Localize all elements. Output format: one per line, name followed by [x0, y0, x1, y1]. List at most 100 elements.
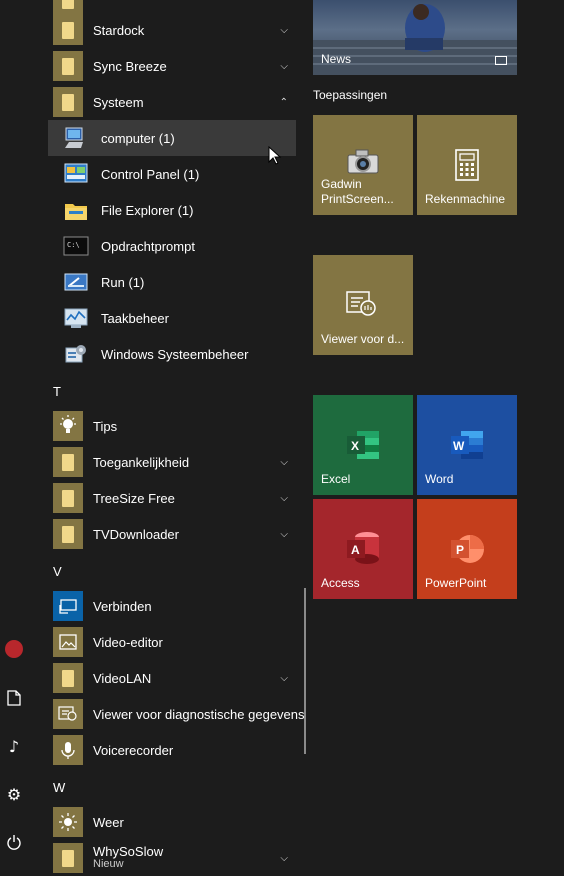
svg-text:A: A: [351, 543, 360, 557]
list-item-videolan[interactable]: VideoLAN ⌵: [48, 660, 296, 696]
computer-icon: [61, 123, 91, 153]
tile-label: News: [321, 52, 352, 66]
user-avatar[interactable]: [5, 640, 23, 658]
list-item-toegankelijkheid[interactable]: Toegankelijkheid ⌵: [48, 444, 296, 480]
weather-icon: [53, 807, 83, 837]
section-letter-v[interactable]: V: [53, 564, 62, 579]
list-item-weer[interactable]: Weer: [48, 804, 296, 840]
folder-icon: [53, 483, 83, 513]
list-item-viewer-diagnostische-gegevens[interactable]: Viewer voor diagnostische gegevens: [48, 696, 305, 732]
app-list: Stardock ⌵ Sync Breeze ⌵ Systeem ⌃ compu…: [48, 0, 305, 873]
tile-label: Gadwin PrintScreen...: [321, 177, 394, 206]
section-letter-t[interactable]: T: [53, 384, 61, 399]
diagnostics-icon: [53, 699, 83, 729]
file-explorer-icon: [61, 195, 91, 225]
task-manager-icon: [61, 303, 91, 333]
access-icon: A: [347, 532, 379, 564]
item-label: Toegankelijkheid: [93, 454, 190, 470]
tile-label: Excel: [321, 472, 351, 486]
diagnostics-icon: [346, 291, 376, 316]
tile-viewer-diagnostische-gegevens[interactable]: Viewer voor d...: [313, 255, 413, 355]
list-item-treesize-free[interactable]: TreeSize Free ⌵: [48, 480, 296, 516]
folder-icon: [53, 843, 83, 873]
item-label: VideoLAN: [93, 670, 152, 686]
list-item-systeem[interactable]: Systeem ⌃: [48, 84, 296, 120]
tips-icon: [53, 411, 83, 441]
list-item-sync-breeze[interactable]: Sync Breeze ⌵: [48, 48, 296, 84]
item-label: Voicerecorder: [93, 742, 174, 758]
folder-icon: [53, 663, 83, 693]
video-editor-icon: [53, 627, 83, 657]
tile-word[interactable]: W Word: [417, 395, 517, 495]
list-item-taakbeheer[interactable]: Taakbeheer: [48, 300, 296, 336]
run-icon: [61, 267, 91, 297]
documents-icon[interactable]: [4, 688, 24, 708]
start-rail: ♪ ⚙: [0, 0, 28, 865]
item-label: Stardock: [93, 22, 145, 38]
list-item-run[interactable]: Run (1): [48, 264, 296, 300]
settings-icon[interactable]: ⚙: [4, 784, 24, 804]
tile-powerpoint[interactable]: P PowerPoint: [417, 499, 517, 599]
chevron-down-icon: ⌵: [280, 492, 288, 504]
item-label: WhySoSlow: [93, 844, 164, 859]
tile-access[interactable]: A Access: [313, 499, 413, 599]
list-item-tips[interactable]: Tips: [48, 408, 296, 444]
item-label: Tips: [93, 418, 118, 434]
camera-icon: [347, 149, 379, 174]
list-item-voicerecorder[interactable]: Voicerecorder: [48, 732, 296, 768]
list-item-stardock[interactable]: Stardock ⌵: [48, 12, 296, 48]
item-label: Systeem: [93, 94, 144, 110]
mouse-cursor-icon: [268, 146, 282, 165]
tile-label: Viewer voor d...: [321, 332, 405, 346]
tile-label: Word: [425, 472, 454, 486]
tile-news[interactable]: News: [313, 0, 517, 75]
chevron-down-icon: ⌵: [280, 60, 288, 72]
list-item-opdrachtprompt[interactable]: C:\ Opdrachtprompt: [48, 228, 296, 264]
item-label: Control Panel (1): [101, 166, 200, 182]
svg-text:W: W: [453, 439, 465, 453]
list-item-control-panel[interactable]: Control Panel (1): [48, 156, 296, 192]
list-item-computer[interactable]: computer (1): [48, 120, 296, 156]
list-item-verbinden[interactable]: Verbinden: [48, 588, 296, 624]
item-label: computer (1): [101, 130, 175, 146]
chevron-up-icon: ⌃: [279, 96, 288, 108]
tile-rekenmachine[interactable]: Rekenmachine: [417, 115, 517, 215]
list-item-video-editor[interactable]: Video-editor: [48, 624, 296, 660]
folder-icon: [53, 15, 83, 45]
chevron-down-icon: ⌵: [280, 852, 288, 864]
folder-icon: [53, 87, 83, 117]
list-item-file-explorer[interactable]: File Explorer (1): [48, 192, 296, 228]
tile-area: News Toepassingen Gadwin PrintScreen... …: [313, 0, 564, 865]
music-icon[interactable]: ♪: [4, 736, 24, 756]
list-scrollbar[interactable]: [304, 588, 306, 754]
tile-label: Access: [321, 576, 360, 590]
item-label: Weer: [93, 814, 124, 830]
tile-gadwin-printscreen[interactable]: Gadwin PrintScreen...: [313, 115, 413, 215]
list-item-windows-systeembeheer[interactable]: Windows Systeembeheer: [48, 336, 296, 372]
tile-label: Rekenmachine: [425, 192, 506, 206]
group-title-toepassingen[interactable]: Toepassingen: [313, 88, 387, 102]
item-label: Windows Systeembeheer: [101, 346, 249, 362]
section-letter-w[interactable]: W: [53, 780, 65, 795]
connect-icon: [53, 591, 83, 621]
folder-icon: [53, 51, 83, 81]
admin-tools-icon: [61, 339, 91, 369]
calculator-icon: [455, 149, 479, 181]
tile-label: PowerPoint: [425, 576, 487, 590]
item-label: Sync Breeze: [93, 58, 167, 74]
command-prompt-icon: C:\: [61, 231, 91, 261]
list-item-tvdownloader[interactable]: TVDownloader ⌵: [48, 516, 296, 552]
list-item-whysoslow[interactable]: WhySoSlow Nieuw ⌵: [48, 840, 296, 876]
power-icon[interactable]: [4, 832, 24, 852]
item-label: Opdrachtprompt: [101, 238, 195, 254]
item-label: Verbinden: [93, 598, 152, 614]
tile-excel[interactable]: X Excel: [313, 395, 413, 495]
folder-icon: [53, 447, 83, 477]
item-label: Taakbeheer: [101, 310, 169, 326]
chevron-down-icon: ⌵: [280, 528, 288, 540]
folder-icon: [53, 519, 83, 549]
item-label: Run (1): [101, 274, 145, 290]
control-panel-icon: [61, 159, 91, 189]
chevron-down-icon: ⌵: [280, 456, 288, 468]
item-label: File Explorer (1): [101, 202, 194, 218]
